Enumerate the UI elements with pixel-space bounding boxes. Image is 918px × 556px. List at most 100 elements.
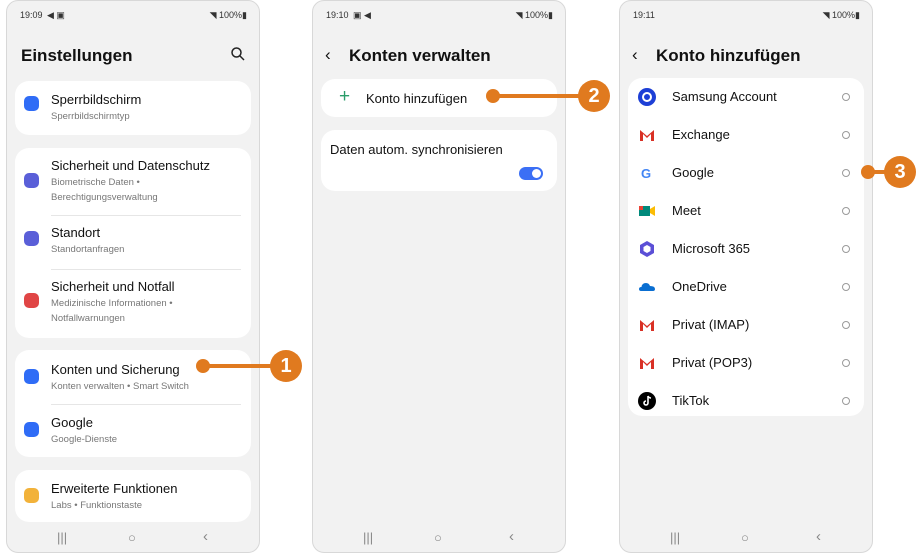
account-label: Privat (IMAP) [672,317,750,332]
item-title: Konten und Sicherung [51,362,180,377]
phone-screen-settings: 19:09 ◀ ▣ ◥ 100%▮ Einstellungen Sperrbil… [6,0,260,553]
callout-number: 3 [884,156,916,188]
status-time: 19:09 [20,10,43,20]
item-subtitle: Berechtigungsverwaltung [51,192,158,203]
add-account-card: + Konto hinzufügen [321,79,557,117]
status-battery: ◥ 100%▮ [209,10,247,20]
back-button[interactable]: ‹ [816,528,821,545]
home-button[interactable]: ○ [434,530,442,545]
item-subtitle: Labs • Funktionstaste [51,500,142,511]
home-button[interactable]: ○ [128,530,136,545]
account-label: Privat (POP3) [672,355,753,370]
back-button[interactable]: ‹ [509,528,514,545]
auto-sync-label: Daten autom. synchronisieren [330,142,503,157]
recent-apps-button[interactable]: ||| [670,530,680,545]
item-title: Sicherheit und Datenschutz [51,158,210,173]
account-label: Google [672,165,714,180]
samsung-account-icon [638,88,656,106]
radio-indicator [842,207,850,215]
auto-sync-toggle[interactable] [519,167,543,180]
navigation-bar: ||| ○ ‹ [7,526,259,552]
lock-icon [24,96,39,111]
gmail-icon [640,130,654,141]
item-title: Sperrbildschirm [51,92,142,107]
settings-item-sicherheit-datenschutz[interactable]: Sicherheit und Datenschutz Biometrische … [15,148,251,214]
back-arrow-icon[interactable]: ‹ [632,45,638,65]
status-battery: ◥ 100%▮ [822,10,860,20]
item-title: Standort [51,225,101,240]
radio-indicator [842,321,850,329]
sync-icon [24,369,39,384]
account-item-exchange[interactable]: Exchange [628,116,864,154]
item-subtitle: Medizinische Informationen • [51,298,173,309]
search-icon[interactable] [229,45,247,63]
google-icon [24,422,39,437]
settings-item-sperrbildschirm[interactable]: Sperrbildschirm Sperrbildschirmtyp [15,81,251,135]
item-title: Erweiterte Funktionen [51,481,178,496]
navigation-bar: ||| ○ ‹ [313,526,565,552]
back-arrow-icon[interactable]: ‹ [325,45,331,65]
item-subtitle: Google-Dienste [51,434,118,445]
account-label: OneDrive [672,279,727,294]
radio-indicator [842,245,850,253]
tiktok-icon [638,392,656,410]
home-button[interactable]: ○ [741,530,749,545]
account-label: TikTok [672,393,710,408]
add-account-label: Konto hinzufügen [366,91,468,106]
auto-sync-row[interactable]: Daten autom. synchronisieren [321,130,557,191]
microsoft-365-icon [640,241,654,257]
add-account-button[interactable]: + Konto hinzufügen [321,79,557,117]
account-item-google[interactable]: G Google [628,154,864,192]
settings-item-google[interactable]: Google Google-Dienste [15,405,251,457]
radio-indicator [842,397,850,405]
callout-line [203,364,273,368]
settings-item-erweiterte-funktionen[interactable]: Erweiterte Funktionen Labs • Funktionsta… [15,470,251,522]
status-bar: 19:11 ◥ 100%▮ [620,1,872,29]
sync-card: Daten autom. synchronisieren [321,130,557,191]
account-item-tiktok[interactable]: TikTok [628,382,864,420]
account-item-microsoft-365[interactable]: Microsoft 365 [628,230,864,268]
page-title: Konto hinzufügen [656,46,801,65]
callout-line [868,170,886,174]
google-icon: G [641,166,651,181]
account-label: Samsung Account [672,89,777,104]
item-subtitle: Standortanfragen [51,244,125,255]
account-item-samsung[interactable]: Samsung Account [628,78,864,116]
item-subtitle: Konten verwalten • Smart Switch [51,381,189,392]
account-list-card: Samsung Account Exchange G Google Meet M… [628,78,864,416]
phone-screen-konten-verwalten: 19:10 ▣ ◀ ◥ 100%▮ ‹ Konten verwalten + K… [312,0,566,553]
settings-item-standort[interactable]: Standort Standortanfragen [15,216,251,268]
emergency-icon [24,293,39,308]
recent-apps-button[interactable]: ||| [363,530,373,545]
meet-icon [639,206,655,216]
svg-text:G: G [641,166,651,181]
settings-card: Sperrbildschirm Sperrbildschirmtyp [15,81,251,135]
settings-item-konten-sicherung[interactable]: Konten und Sicherung Konten verwalten • … [15,350,251,403]
phone-screen-konto-hinzufuegen: 19:11 ◥ 100%▮ ‹ Konto hinzufügen Samsung… [619,0,873,553]
status-time: 19:10 [326,10,349,20]
account-label: Microsoft 365 [672,241,751,256]
status-bar: 19:10 ▣ ◀ ◥ 100%▮ [313,1,565,29]
gmail-icon [640,358,654,369]
account-item-privat-imap[interactable]: Privat (IMAP) [628,306,864,344]
item-subtitle: Notfallwarnungen [51,313,125,324]
back-button[interactable]: ‹ [203,528,208,545]
account-item-meet[interactable]: Meet [628,192,864,230]
radio-indicator [842,93,850,101]
radio-indicator [842,169,850,177]
navigation-bar: ||| ○ ‹ [620,526,872,552]
location-icon [24,231,39,246]
radio-indicator [842,283,850,291]
callout-number: 2 [578,80,610,112]
recent-apps-button[interactable]: ||| [57,530,67,545]
advanced-features-icon [24,488,39,503]
page-title: Konten verwalten [349,46,491,65]
item-title: Google [51,415,93,430]
callout-line [493,94,583,98]
plus-icon: + [339,86,351,107]
item-title: Sicherheit und Notfall [51,279,175,294]
account-label: Meet [672,203,701,218]
account-item-privat-pop3[interactable]: Privat (POP3) [628,344,864,382]
account-item-onedrive[interactable]: OneDrive [628,268,864,306]
settings-item-sicherheit-notfall[interactable]: Sicherheit und Notfall Medizinische Info… [15,270,251,336]
